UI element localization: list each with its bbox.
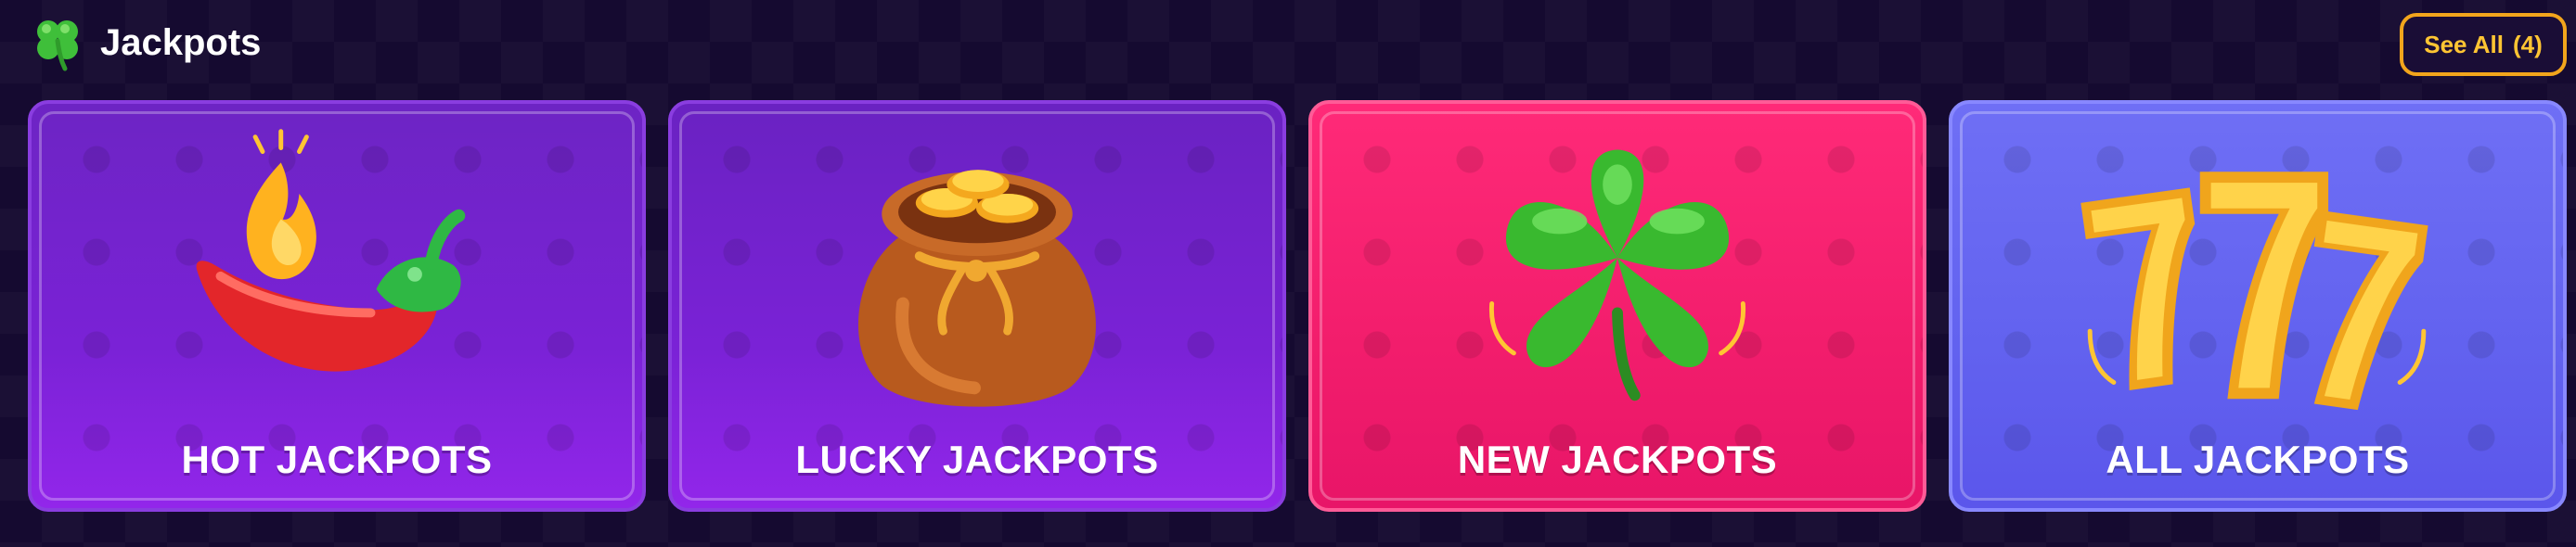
section-title: Jackpots: [100, 22, 262, 63]
clover-icon: [37, 20, 78, 71]
jackpot-category-list: HOT JACKPOTS LUCKY JACKPOTS NEW JACKPOTS…: [28, 100, 2567, 512]
gold-coin-bag-icon: [857, 170, 1096, 407]
card-hot-jackpots[interactable]: HOT JACKPOTS: [28, 100, 646, 512]
see-all-count: (4): [2512, 30, 2543, 58]
hot-pepper-fire-icon: [196, 129, 466, 372]
see-all-label: See All: [2424, 30, 2504, 58]
four-leaf-clover-icon: [1488, 149, 1746, 401]
card-label: LUCKY JACKPOTS: [795, 438, 1159, 481]
card-label: HOT JACKPOTS: [181, 438, 493, 481]
triple-seven-icon: [2080, 172, 2428, 411]
see-all-button[interactable]: See All (4): [2400, 13, 2567, 76]
card-all-jackpots[interactable]: ALL JACKPOTS: [1949, 100, 2567, 512]
section-header: Jackpots See All (4): [0, 0, 2576, 93]
card-new-jackpots[interactable]: NEW JACKPOTS: [1308, 100, 1926, 512]
card-label: NEW JACKPOTS: [1457, 438, 1778, 481]
card-lucky-jackpots[interactable]: LUCKY JACKPOTS: [668, 100, 1286, 512]
card-label: ALL JACKPOTS: [2106, 438, 2410, 481]
